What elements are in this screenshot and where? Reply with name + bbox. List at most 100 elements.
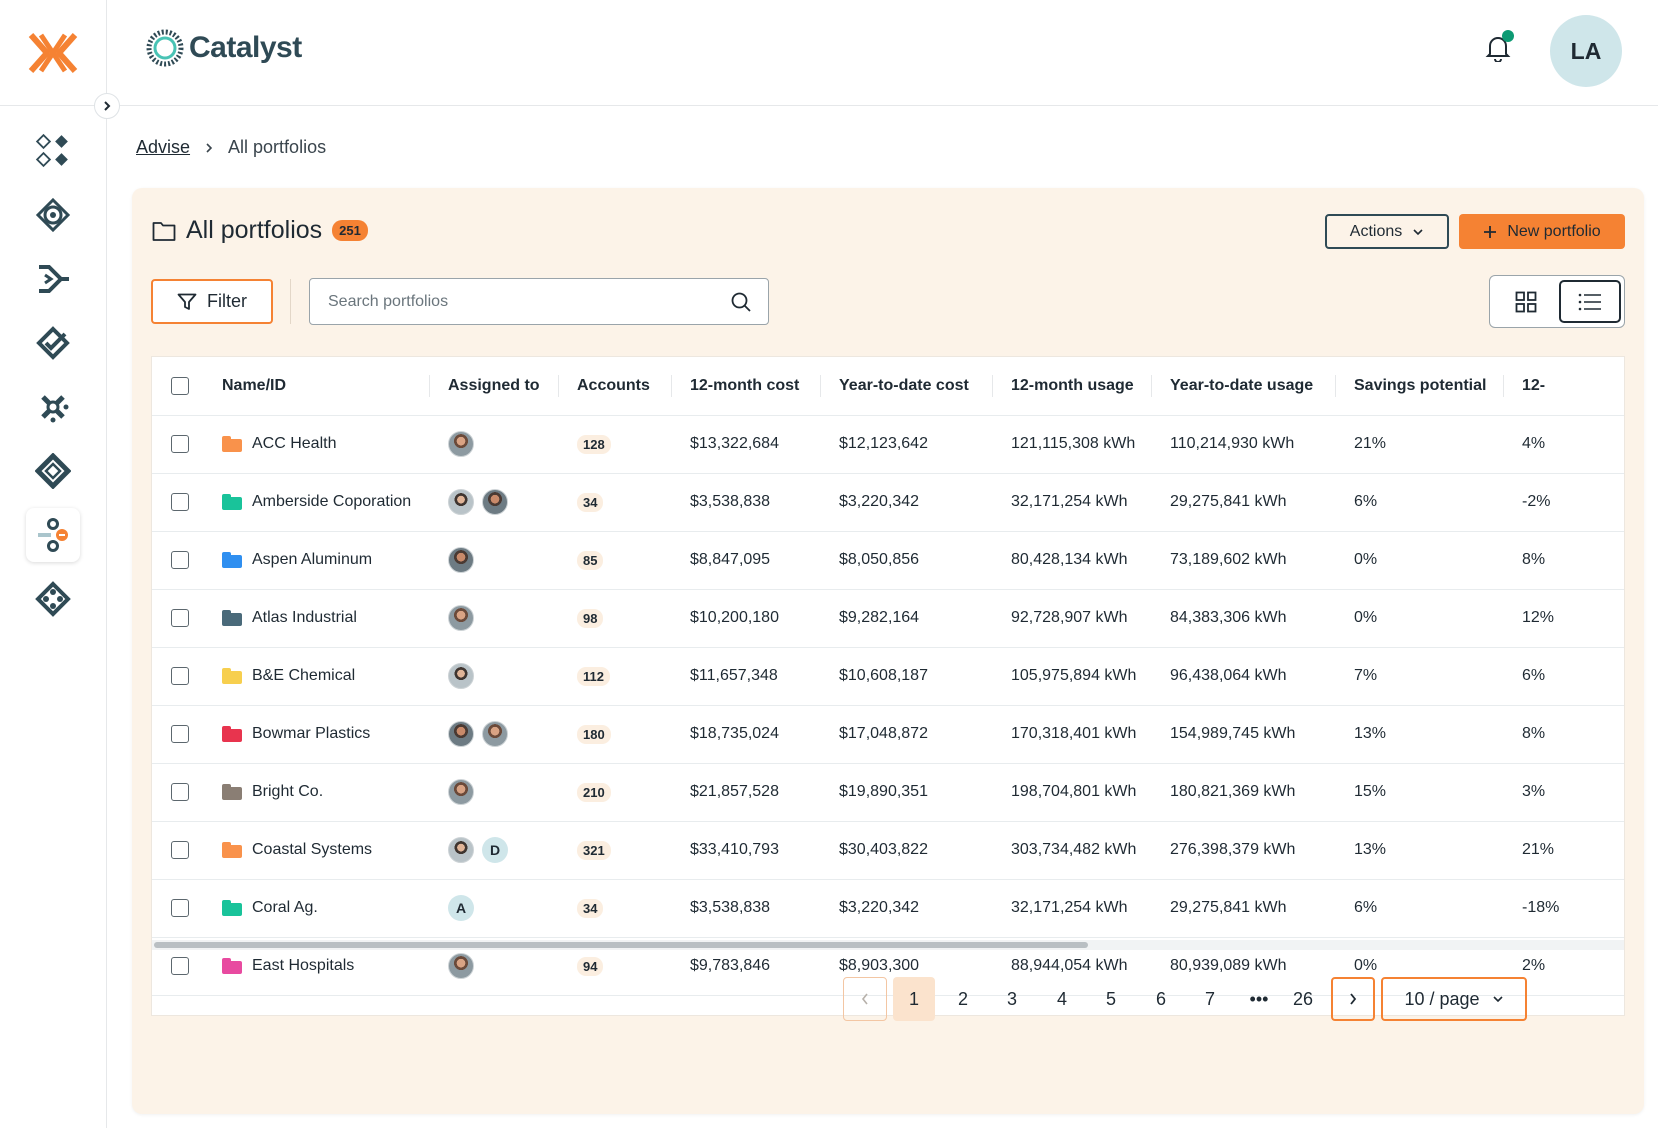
page-number-button[interactable]: 3 [991, 977, 1033, 1021]
row-checkbox[interactable] [171, 724, 189, 743]
portfolio-name-link[interactable]: Amberside Coporation [252, 493, 411, 511]
page-number-button[interactable]: 7 [1189, 977, 1231, 1021]
col-name[interactable]: Name/ID [204, 357, 430, 416]
filter-button[interactable]: Filter [151, 279, 273, 324]
table-row[interactable]: Aspen Aluminum 85 $8,847,095 $8,050,856 … [152, 531, 1624, 590]
extra-cell: 8% [1504, 531, 1624, 590]
assigned-cell [430, 647, 559, 706]
prev-page-button[interactable] [843, 977, 887, 1021]
rail-item-network[interactable] [26, 572, 80, 626]
diamonds-grid-icon [35, 133, 68, 168]
horizontal-scrollbar[interactable] [152, 940, 1624, 950]
assignee-avatar[interactable] [448, 431, 474, 457]
table-row[interactable]: ACC Health 128 $13,322,684 $12,123,642 1… [152, 415, 1624, 474]
ytdusage-cell: 29,275,841 kWh [1152, 879, 1336, 938]
page-number-button[interactable]: 5 [1090, 977, 1132, 1021]
rail-item-flows[interactable] [26, 252, 80, 306]
breadcrumb-advise-link[interactable]: Advise [136, 137, 190, 158]
search-input[interactable] [310, 279, 730, 324]
assignee-initial-avatar[interactable]: D [482, 837, 508, 863]
assignee-initial-avatar[interactable]: A [448, 895, 474, 921]
table-row[interactable]: Atlas Industrial 98 $10,200,180 $9,282,1… [152, 589, 1624, 648]
table-row[interactable]: Bowmar Plastics 180 $18,735,024 $17,048,… [152, 705, 1624, 764]
rail-item-analysis[interactable] [26, 380, 80, 434]
assignee-avatar[interactable] [448, 721, 474, 747]
assignee-avatar[interactable] [448, 779, 474, 805]
portfolio-name-link[interactable]: Coral Ag. [252, 899, 318, 917]
savings-cell: 13% [1336, 821, 1504, 880]
assignee-avatar[interactable] [448, 489, 474, 515]
rail-item-targets[interactable] [26, 188, 80, 242]
extra-cell: 21% [1504, 821, 1624, 880]
col-usage12[interactable]: 12-month usage [993, 357, 1152, 416]
pagination-ellipsis[interactable]: ••• [1238, 977, 1280, 1021]
cost12-cell: $21,857,528 [672, 763, 821, 822]
row-checkbox[interactable] [171, 434, 189, 453]
assignee-avatar[interactable] [482, 489, 508, 515]
row-select-cell [152, 821, 204, 880]
assignee-avatar[interactable] [448, 663, 474, 689]
table-row[interactable]: Amberside Coporation 34 $3,538,838 $3,22… [152, 473, 1624, 532]
rail-item-advise[interactable] [26, 508, 80, 562]
row-checkbox[interactable] [171, 840, 189, 859]
rail-logo[interactable] [0, 0, 106, 106]
portfolio-name-link[interactable]: Atlas Industrial [252, 609, 357, 627]
usage12-cell: 92,728,907 kWh [993, 589, 1152, 648]
rail-expand-button[interactable] [94, 93, 120, 119]
assignee-avatar[interactable] [448, 837, 474, 863]
rail-item-verify[interactable] [26, 316, 80, 370]
table-row[interactable]: B&E Chemical 112 $11,657,348 $10,608,187… [152, 647, 1624, 706]
accounts-cell: 34 [559, 879, 672, 938]
portfolio-name-link[interactable]: Bowmar Plastics [252, 725, 370, 743]
next-page-button[interactable] [1331, 977, 1375, 1021]
portfolio-name-link[interactable]: Bright Co. [252, 783, 323, 801]
row-checkbox[interactable] [171, 492, 189, 511]
page-number-button[interactable]: 26 [1282, 977, 1324, 1021]
row-checkbox[interactable] [171, 608, 189, 627]
col-accounts[interactable]: Accounts [559, 357, 672, 416]
col-ytdusage[interactable]: Year-to-date usage [1152, 357, 1336, 416]
select-all-checkbox[interactable] [171, 376, 189, 395]
grid-view-button[interactable] [1496, 281, 1556, 322]
col-extra[interactable]: 12- [1504, 357, 1624, 416]
assignee-avatar[interactable] [448, 953, 474, 979]
row-checkbox[interactable] [171, 666, 189, 685]
table-row[interactable]: Bright Co. 210 $21,857,528 $19,890,351 1… [152, 763, 1624, 822]
col-ytdcost[interactable]: Year-to-date cost [821, 357, 993, 416]
page-number-button[interactable]: 6 [1140, 977, 1182, 1021]
page-number-button[interactable]: 4 [1041, 977, 1083, 1021]
row-checkbox[interactable] [171, 956, 189, 975]
usage12-cell: 198,704,801 kWh [993, 763, 1152, 822]
list-view-icon [1578, 293, 1601, 310]
user-avatar[interactable]: LA [1550, 15, 1622, 87]
scrollbar-thumb[interactable] [154, 942, 1088, 948]
new-portfolio-button[interactable]: New portfolio [1459, 214, 1625, 249]
page-number-button[interactable]: 1 [893, 977, 935, 1021]
portfolio-name-link[interactable]: East Hospitals [252, 957, 354, 975]
page-size-select[interactable]: 10 / page [1381, 977, 1527, 1021]
portfolio-name-link[interactable]: Aspen Aluminum [252, 551, 372, 569]
ytdcost-cell: $9,282,164 [821, 589, 993, 648]
page-number-button[interactable]: 2 [942, 977, 984, 1021]
assignee-avatar[interactable] [482, 721, 508, 747]
row-checkbox[interactable] [171, 550, 189, 569]
col-assigned[interactable]: Assigned to [430, 357, 559, 416]
list-view-button[interactable] [1559, 280, 1621, 323]
col-name-label: Name/ID [222, 376, 287, 394]
col-cost12[interactable]: 12-month cost [672, 357, 821, 416]
search-icon[interactable] [730, 291, 752, 313]
portfolio-name-link[interactable]: Coastal Systems [252, 841, 372, 859]
rail-item-overview[interactable] [26, 124, 80, 178]
row-checkbox[interactable] [171, 782, 189, 801]
brand-logo[interactable]: Catalyst [145, 28, 302, 68]
assignee-avatar[interactable] [448, 547, 474, 573]
col-savings[interactable]: Savings potential [1336, 357, 1504, 416]
row-checkbox[interactable] [171, 898, 189, 917]
portfolio-name-link[interactable]: ACC Health [252, 435, 336, 453]
table-row[interactable]: Coastal Systems D 321 $33,410,793 $30,40… [152, 821, 1624, 880]
portfolio-name-link[interactable]: B&E Chemical [252, 667, 355, 685]
assignee-avatar[interactable] [448, 605, 474, 631]
table-row[interactable]: Coral Ag. A 34 $3,538,838 $3,220,342 32,… [152, 879, 1624, 938]
rail-item-assets[interactable] [26, 444, 80, 498]
actions-dropdown-button[interactable]: Actions [1325, 214, 1449, 249]
